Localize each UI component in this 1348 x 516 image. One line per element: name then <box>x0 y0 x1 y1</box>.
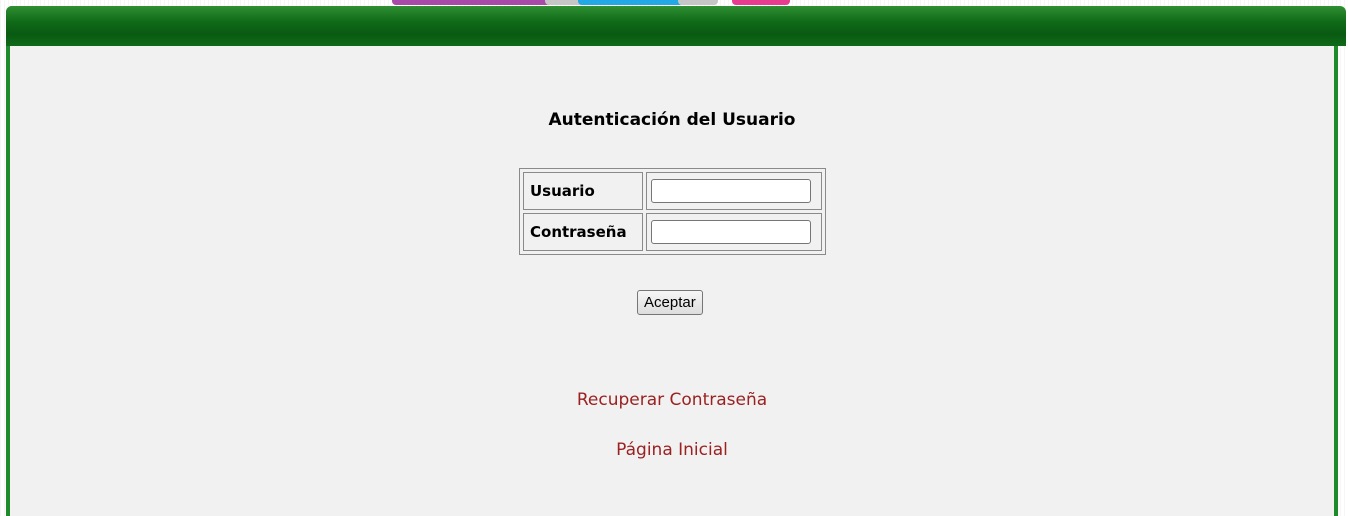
gray-tab-right <box>678 0 718 5</box>
page: Autenticación del Usuario Usuario Contra… <box>0 0 1348 516</box>
recover-password-link[interactable]: Recuperar Contraseña <box>10 390 1334 410</box>
password-label: Contraseña <box>523 213 643 251</box>
purple-tab <box>392 0 552 5</box>
accept-button[interactable]: Aceptar <box>637 290 703 315</box>
login-content: Autenticación del Usuario Usuario Contra… <box>10 46 1334 516</box>
password-cell <box>646 213 822 251</box>
blue-tab <box>578 0 684 5</box>
username-row: Usuario <box>523 172 822 210</box>
password-input[interactable] <box>651 220 811 244</box>
pink-tab <box>732 0 790 5</box>
username-label: Usuario <box>523 172 643 210</box>
home-page-link[interactable]: Página Inicial <box>10 440 1334 460</box>
page-title: Autenticación del Usuario <box>548 110 796 130</box>
username-input[interactable] <box>651 179 811 203</box>
main-frame: Autenticación del Usuario Usuario Contra… <box>6 6 1346 516</box>
login-form-table: Usuario Contraseña <box>519 168 826 255</box>
password-row: Contraseña <box>523 213 822 251</box>
header-bar <box>6 6 1346 46</box>
username-cell <box>646 172 822 210</box>
